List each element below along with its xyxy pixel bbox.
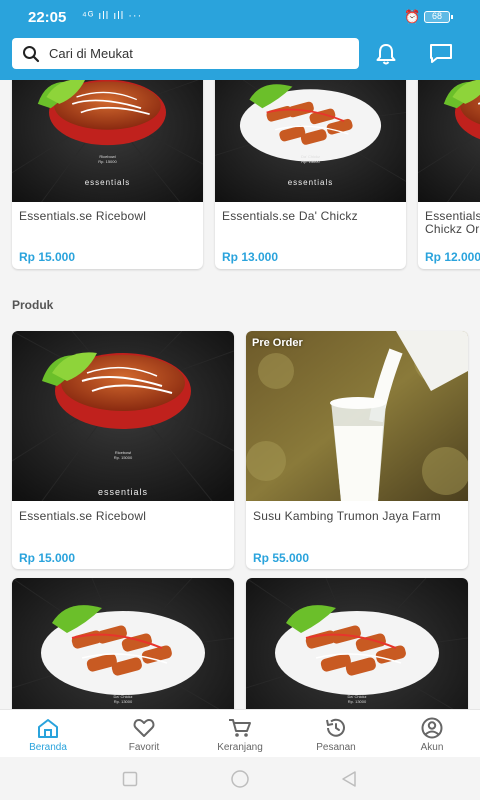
signal-icon: ⁴ᴳ ıll ıll ··· (82, 10, 143, 22)
alarm-icon: ⏰ (404, 9, 421, 24)
status-bar: 22:05 ⁴ᴳ ıll ıll ··· ⏰ 68 (0, 0, 480, 34)
pre-order-badge: Pre Order (252, 337, 303, 349)
product-image (12, 578, 234, 709)
image-brand: essentials (287, 178, 334, 187)
image-caption-price: Rp. 13000 (113, 699, 133, 704)
nav-item-pesanan[interactable]: Pesanan (288, 710, 384, 758)
featured-product-card[interactable]: Da' Chickz Rp. 13000 essentials Essentia… (215, 80, 406, 269)
product-price: Rp 12.000 (425, 250, 480, 264)
history-icon (326, 718, 345, 737)
nav-item-favorit[interactable]: Favorit (96, 710, 192, 758)
image-caption: Da' Chickz Rp. 13000 (215, 154, 406, 164)
product-price: Rp 55.000 (253, 551, 310, 565)
image-caption-price: Rp. 13000 (301, 159, 320, 164)
search-input[interactable] (49, 42, 349, 65)
bottom-nav: Beranda Favorit Keranjang Pesanan Akun (0, 709, 480, 757)
account-icon (421, 717, 443, 739)
image-brand: essentials (84, 178, 131, 187)
product-image (418, 80, 480, 202)
nav-label: Favorit (128, 742, 160, 753)
battery-icon: 68 (424, 11, 453, 23)
product-card[interactable]: Da' Chickz Rp. 13000 (246, 578, 468, 709)
image-caption: Ricebowl Rp. 15000 (12, 154, 203, 164)
section-title-produk: Produk (12, 298, 54, 312)
status-time: 22:05 (28, 9, 67, 26)
cart-icon (229, 719, 251, 737)
chat-icon[interactable] (429, 43, 453, 65)
image-caption: Da' Chickz Rp. 13000 (12, 694, 234, 704)
product-card[interactable]: Ricebowl Rp. 15000 essentials Essentials… (12, 331, 234, 569)
featured-product-card[interactable]: Essentials.se Da' Chickz Original Rp 12.… (418, 80, 480, 269)
home-button[interactable] (230, 770, 250, 788)
back-button[interactable] (340, 770, 358, 788)
product-image (12, 331, 234, 501)
product-name: Essentials.se Ricebowl (19, 509, 147, 523)
home-icon (38, 719, 58, 738)
featured-product-card[interactable]: Ricebowl Rp. 15000 essentials Essentials… (12, 80, 203, 269)
nav-label: Beranda (29, 742, 67, 753)
image-caption-price: Rp. 15000 (98, 159, 117, 164)
nav-item-keranjang[interactable]: Keranjang (192, 710, 288, 758)
product-name: Essentials.se Ricebowl (19, 209, 147, 223)
home-content[interactable]: Ricebowl Rp. 15000 essentials Essentials… (0, 80, 480, 709)
product-price: Rp 15.000 (19, 551, 76, 565)
search-icon (23, 46, 40, 63)
product-name: Essentials.se Da' Chickz Original (425, 209, 480, 236)
nav-label: Pesanan (316, 742, 356, 753)
bell-icon[interactable] (374, 43, 398, 65)
nav-item-akun[interactable]: Akun (384, 710, 480, 758)
recent-apps-button[interactable] (122, 771, 138, 787)
product-image (246, 331, 468, 501)
product-card[interactable]: Da' Chickz Rp. 13000 (12, 578, 234, 709)
product-name: Essentials.se Da' Chickz (222, 209, 358, 223)
nav-label: Keranjang (217, 742, 263, 753)
nav-item-beranda[interactable]: Beranda (0, 710, 96, 758)
product-card[interactable]: Pre Order Susu Kambing Trumon Jaya Farm … (246, 331, 468, 569)
product-name: Susu Kambing Trumon Jaya Farm (253, 509, 441, 523)
product-price: Rp 13.000 (222, 250, 279, 264)
image-caption: Ricebowl Rp. 15000 (12, 450, 234, 460)
heart-icon (133, 719, 155, 737)
app-header (0, 34, 480, 80)
product-price: Rp 15.000 (19, 250, 76, 264)
product-image (246, 578, 468, 709)
system-navigation-bar (0, 757, 480, 800)
search-bar[interactable] (12, 38, 359, 69)
image-brand: essentials (97, 487, 149, 497)
image-caption: Da' Chickz Rp. 13000 (246, 694, 468, 704)
image-caption-price: Rp. 13000 (347, 699, 367, 704)
nav-label: Akun (420, 742, 444, 753)
image-caption-price: Rp. 15000 (113, 455, 133, 460)
